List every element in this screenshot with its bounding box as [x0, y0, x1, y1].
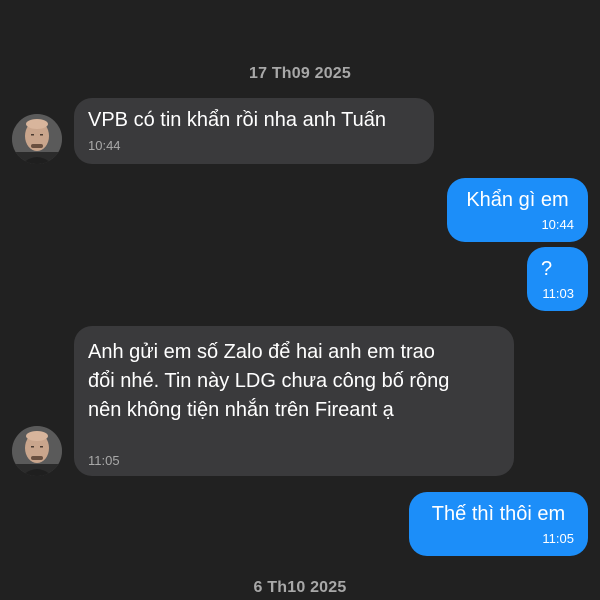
- message-time: 10:44: [541, 217, 574, 232]
- message-text: Thế thì thôi em: [431, 503, 566, 525]
- contact-avatar[interactable]: [12, 114, 62, 164]
- contact-avatar[interactable]: [12, 426, 62, 476]
- date-separator: 17 Th09 2025: [248, 65, 352, 82]
- message-bubble-incoming[interactable]: Anh gửi em số Zalo để hai anh em trao đổ…: [74, 326, 514, 476]
- message-time: 10:44: [88, 138, 121, 153]
- avatar-image: [12, 114, 62, 164]
- avatar-image: [12, 426, 62, 476]
- message-time: 11:03: [542, 286, 574, 301]
- message-bubble-incoming[interactable]: VPB có tin khẩn rồi nha anh Tuấn 10:44: [74, 98, 434, 164]
- message-text: Khẩn gì em: [466, 189, 569, 211]
- date-separator: 6 Th10 2025: [253, 579, 347, 596]
- message-text: ?: [541, 258, 553, 280]
- message-time: 11:05: [88, 453, 120, 468]
- message-bubble-outgoing[interactable]: ? 11:03: [527, 247, 588, 311]
- message-bubble-outgoing[interactable]: Thế thì thôi em 11:05: [409, 492, 588, 556]
- message-text: VPB có tin khẩn rồi nha anh Tuấn: [88, 109, 386, 131]
- message-text: Anh gửi em số Zalo để hai anh em trao đổ…: [88, 341, 450, 421]
- message-bubble-outgoing[interactable]: Khẩn gì em 10:44: [447, 178, 588, 242]
- message-time: 11:05: [542, 531, 574, 546]
